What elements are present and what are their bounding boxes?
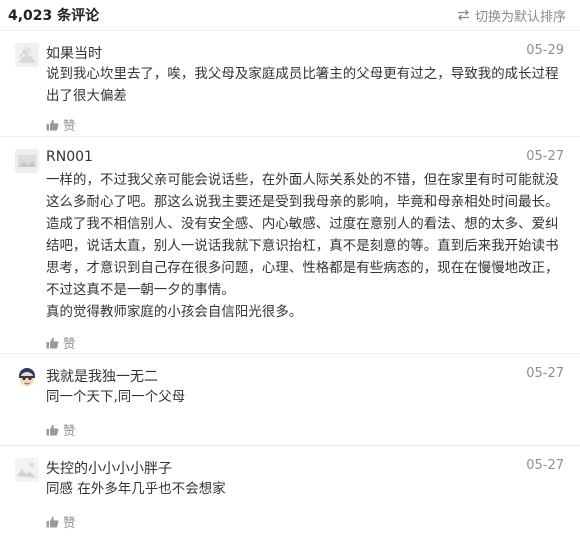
like-button[interactable]: 赞 [46, 333, 76, 352]
comment-line: 同感 在外多年几乎也不会想家 [46, 482, 226, 497]
comment-line: 同一个天下,同一个父母 [46, 390, 186, 405]
comment-count: 4,023 条评论 [8, 8, 100, 24]
comment-date: 05-27 [526, 458, 564, 473]
comment-date: 05-27 [526, 366, 564, 381]
comment-date: 05-29 [526, 43, 564, 58]
avatar[interactable] [15, 149, 39, 173]
comment-item: RN001 05-27 一样的，不过我父亲可能会说话些，在外面人际关系处的不错，… [0, 136, 580, 353]
comment-item: 我就是我独一无二 05-27 同一个天下,同一个父母 赞 [0, 353, 580, 445]
comment-line: 思考，才意识到自己存在很多问题，心理、性格都是有些病态的，现在在慢慢地改正， [46, 261, 559, 276]
comment-line: 这么多耐心了吧。那这么说我主要还是受到我母亲的影响，毕竟和母亲相处时间最长。 [46, 195, 559, 210]
sort-toggle-label: 切换为默认排序 [474, 9, 566, 25]
comment-item: 如果当时 05-29 说到我心坎里去了，唉，我父母及家庭成员比箸主的父母更有过之… [0, 30, 580, 136]
like-label: 赞 [63, 423, 76, 438]
sort-toggle-button[interactable]: 切换为默认排序 [457, 6, 566, 25]
comment-text: 说到我心坎里去了，唉，我父母及家庭成员比箸主的父母更有过之，导致我的成长过程 出… [46, 64, 566, 108]
comment-line: 一样的，不过我父亲可能会说话些，在外面人际关系处的不错，但在家里有时可能就没 [46, 173, 559, 188]
comment-line: 不过这真不是一朝一夕的事情。 [46, 283, 235, 298]
avatar[interactable] [15, 366, 39, 390]
comment-text: 同一个天下,同一个父母 [46, 387, 566, 409]
comment-line: 说到我心坎里去了，唉，我父母及家庭成员比箸主的父母更有过之，导致我的成长过程 [46, 67, 559, 82]
comment-line: 造成了我不相信别人、没有安全感、内心敏感、过度在意别人的看法、想的太多、爱纠 [46, 217, 559, 232]
avatar[interactable] [15, 43, 39, 67]
swap-arrows-icon [457, 9, 469, 21]
avatar[interactable] [15, 458, 39, 482]
like-button[interactable]: 赞 [46, 512, 76, 531]
comment-item: 失控的小小小小胖子 05-27 同感 在外多年几乎也不会想家 赞 [0, 445, 580, 556]
like-label: 赞 [63, 336, 76, 351]
like-label: 赞 [63, 118, 76, 133]
comment-line: 结吧，说话太直，别人一说话我就下意识抬杠，真不是刻意的等。直到后来我开始读书 [46, 239, 559, 254]
comment-username[interactable]: RN001 [46, 149, 93, 165]
comments-header: 4,023 条评论 切换为默认排序 [0, 0, 580, 30]
thumbs-up-icon [46, 516, 59, 527]
comment-line: 出了很大偏差 [46, 89, 127, 104]
like-button[interactable]: 赞 [46, 420, 76, 439]
comment-date: 05-27 [526, 149, 564, 164]
thumbs-up-icon [46, 119, 59, 130]
comment-username[interactable]: 如果当时 [46, 43, 102, 63]
like-label: 赞 [63, 515, 76, 530]
comment-line: 真的觉得教师家庭的小孩会自信阳光很多。 [46, 305, 303, 320]
comment-text: 一样的，不过我父亲可能会说话些，在外面人际关系处的不错，但在家里有时可能就没 这… [46, 170, 566, 324]
comment-text: 同感 在外多年几乎也不会想家 [46, 479, 566, 501]
thumbs-up-icon [46, 337, 59, 348]
thumbs-up-icon [46, 424, 59, 435]
comment-username[interactable]: 我就是我独一无二 [46, 366, 158, 386]
comment-username[interactable]: 失控的小小小小胖子 [46, 458, 172, 478]
like-button[interactable]: 赞 [46, 115, 76, 134]
